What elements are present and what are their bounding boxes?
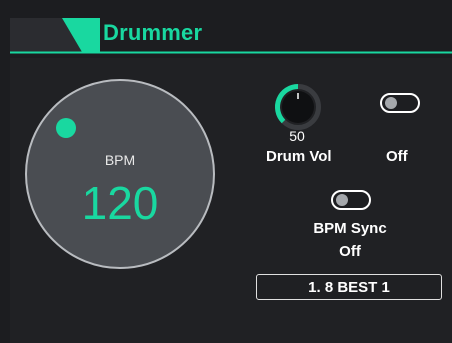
drum-vol-knob[interactable] (273, 82, 323, 132)
bpm-sync-state: Off (339, 243, 361, 260)
page-title: Drummer (103, 20, 203, 45)
preset-name: 1. 8 BEST 1 (308, 278, 390, 296)
preset-selector[interactable]: 1. 8 BEST 1 (256, 274, 442, 300)
bpm-sync-toggle[interactable] (331, 190, 371, 210)
drum-vol-label: Drum Vol (266, 148, 332, 165)
drum-toggle[interactable] (380, 93, 420, 113)
bpm-indicator-dot (56, 118, 76, 138)
header-tab (10, 4, 452, 58)
drum-vol-value: 50 (289, 128, 305, 144)
toggle-thumb (385, 97, 397, 109)
drum-toggle-state: Off (386, 148, 408, 165)
header-tab-shape (10, 4, 452, 58)
bpm-dial[interactable] (25, 79, 215, 269)
bpm-sync-label: BPM Sync (313, 220, 387, 237)
bpm-label: BPM (104, 152, 136, 168)
bpm-value[interactable]: 120 (25, 178, 215, 228)
toggle-thumb (336, 194, 348, 206)
